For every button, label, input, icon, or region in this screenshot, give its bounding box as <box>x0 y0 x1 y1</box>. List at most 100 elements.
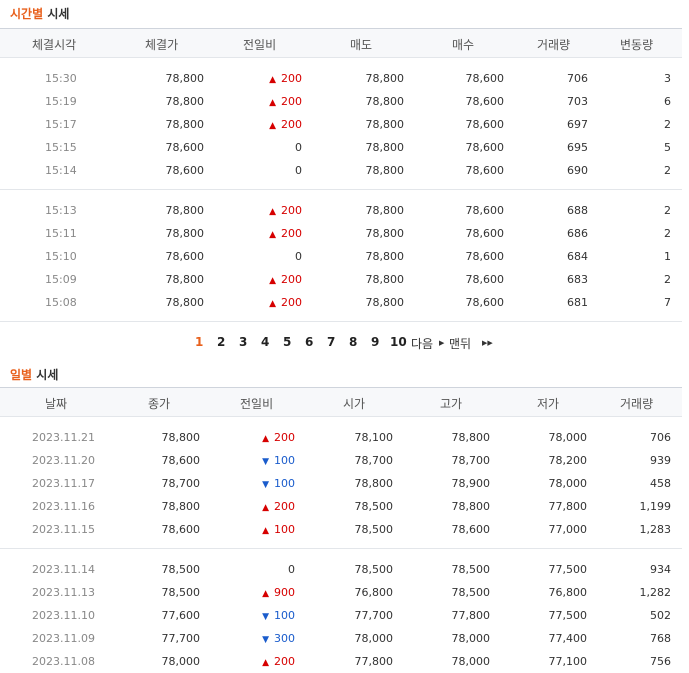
daily-price-table: 날짜 종가 전일비 시가 고가 저가 거래량 2023.11.21 78,800 ▲… <box>0 387 682 673</box>
down-arrow-icon: ▼ <box>262 612 269 622</box>
low-cell: 77,100 <box>548 655 588 668</box>
volume-cell: 1,199 <box>639 500 672 513</box>
daily-table-header: 날짜 종가 전일비 시가 고가 저가 거래량 <box>0 387 682 417</box>
up-arrow-icon: ▲ <box>262 503 269 513</box>
date-cell: 2023.11.17 <box>32 477 95 490</box>
low-cell: 78,200 <box>548 454 588 467</box>
diff-cell: 0 <box>288 563 295 576</box>
volume-cell: 690 <box>567 164 588 177</box>
low-cell: 77,800 <box>548 500 588 513</box>
diff-value: 100 <box>274 454 295 467</box>
table-row: 15:11 78,800 ▲ 200 78,800 78,600 686 2 <box>0 222 682 245</box>
up-arrow-icon: ▲ <box>269 230 276 240</box>
price-cell: 78,800 <box>165 273 205 286</box>
page-link-7[interactable]: 7 <box>327 335 335 349</box>
last-page-link[interactable]: 맨뒤 <box>449 335 471 352</box>
ask-cell: 78,800 <box>365 95 405 108</box>
change-cell: 2 <box>664 227 671 240</box>
header-low: 저가 <box>537 397 560 411</box>
diff-cell: ▲ 200 <box>269 72 302 85</box>
pagination: 1 2 3 4 5 6 7 8 9 10 다음 ▶ 맨뒤 ▶▶ <box>0 333 682 353</box>
date-cell: 2023.11.09 <box>32 632 95 645</box>
page-link-10[interactable]: 10 <box>390 335 407 349</box>
diff-cell: ▲ 200 <box>269 118 302 131</box>
date-cell: 2023.11.21 <box>32 431 95 444</box>
price-cell: 78,600 <box>165 250 205 263</box>
diff-value: 200 <box>281 72 302 85</box>
header-price: 체결가 <box>145 38 179 52</box>
table-row: 2023.11.16 78,800 ▲ 200 78,500 78,800 77,800 1,… <box>0 495 682 518</box>
page-link-8[interactable]: 8 <box>349 335 357 349</box>
volume-cell: 1,282 <box>639 586 672 599</box>
diff-value: 0 <box>295 141 302 154</box>
table-row: 15:08 78,800 ▲ 200 78,800 78,600 681 7 <box>0 291 682 314</box>
change-cell: 7 <box>664 296 671 309</box>
diff-cell: ▲ 200 <box>269 296 302 309</box>
price-cell: 78,600 <box>165 164 205 177</box>
ask-cell: 78,800 <box>365 141 405 154</box>
volume-cell: 703 <box>567 95 588 108</box>
diff-value: 900 <box>274 586 295 599</box>
page-link-9[interactable]: 9 <box>371 335 379 349</box>
diff-value: 200 <box>274 655 295 668</box>
volume-cell: 768 <box>650 632 671 645</box>
diff-cell: 0 <box>295 250 302 263</box>
diff-value: 0 <box>295 164 302 177</box>
up-arrow-icon: ▲ <box>269 276 276 286</box>
high-cell: 78,500 <box>451 563 491 576</box>
diff-value: 0 <box>288 563 295 576</box>
open-cell: 77,800 <box>354 655 394 668</box>
up-arrow-icon: ▲ <box>269 121 276 131</box>
table-row: 15:19 78,800 ▲ 200 78,800 78,600 703 6 <box>0 90 682 113</box>
diff-cell: ▲ 200 <box>262 431 295 444</box>
time-cell: 15:15 <box>45 141 77 154</box>
daily-table-body: 2023.11.21 78,800 ▲ 200 78,100 78,800 78,000 70… <box>0 417 682 673</box>
ask-cell: 78,800 <box>365 250 405 263</box>
bid-cell: 78,600 <box>465 204 505 217</box>
diff-cell: ▲ 100 <box>262 523 295 536</box>
ask-cell: 78,800 <box>365 118 405 131</box>
bid-cell: 78,600 <box>465 250 505 263</box>
price-cell: 78,800 <box>165 95 205 108</box>
bid-cell: 78,600 <box>465 95 505 108</box>
time-cell: 15:11 <box>45 227 77 240</box>
volume-cell: 706 <box>650 431 671 444</box>
volume-cell: 939 <box>650 454 671 467</box>
up-arrow-icon: ▲ <box>269 207 276 217</box>
ask-cell: 78,800 <box>365 296 405 309</box>
page-link-3[interactable]: 3 <box>239 335 247 349</box>
volume-cell: 681 <box>567 296 588 309</box>
open-cell: 76,800 <box>354 586 394 599</box>
price-cell: 78,800 <box>165 118 205 131</box>
volume-cell: 706 <box>567 72 588 85</box>
table-bottom-border <box>0 321 682 322</box>
diff-cell: ▲ 200 <box>262 500 295 513</box>
date-cell: 2023.11.15 <box>32 523 95 536</box>
diff-cell: ▲ 200 <box>262 655 295 668</box>
diff-value: 200 <box>274 431 295 444</box>
page-link-4[interactable]: 4 <box>261 335 269 349</box>
diff-value: 200 <box>274 500 295 513</box>
ask-cell: 78,800 <box>365 273 405 286</box>
change-cell: 2 <box>664 118 671 131</box>
table-row: 15:17 78,800 ▲ 200 78,800 78,600 697 2 <box>0 113 682 136</box>
open-cell: 78,800 <box>354 477 394 490</box>
diff-value: 200 <box>281 204 302 217</box>
diff-value: 100 <box>274 523 295 536</box>
page-link-2[interactable]: 2 <box>217 335 225 349</box>
time-cell: 15:09 <box>45 273 77 286</box>
open-cell: 78,500 <box>354 500 394 513</box>
volume-cell: 697 <box>567 118 588 131</box>
open-cell: 78,500 <box>354 523 394 536</box>
close-cell: 77,600 <box>161 609 201 622</box>
next-page-link[interactable]: 다음 <box>411 335 433 352</box>
page-link-6[interactable]: 6 <box>305 335 313 349</box>
low-cell: 77,400 <box>548 632 588 645</box>
diff-value: 300 <box>274 632 295 645</box>
time-table-body: 15:30 78,800 ▲ 200 78,800 78,600 706 3 15:19 78,8… <box>0 58 682 322</box>
table-row: 2023.11.15 78,600 ▲ 100 78,500 78,600 77,000 1,… <box>0 518 682 541</box>
page-link-5[interactable]: 5 <box>283 335 291 349</box>
last-arrow-icon[interactable]: ▶▶ <box>482 339 493 347</box>
table-row: 15:10 78,600 0 78,800 78,600 684 1 <box>0 245 682 268</box>
page-link-1[interactable]: 1 <box>195 335 203 349</box>
